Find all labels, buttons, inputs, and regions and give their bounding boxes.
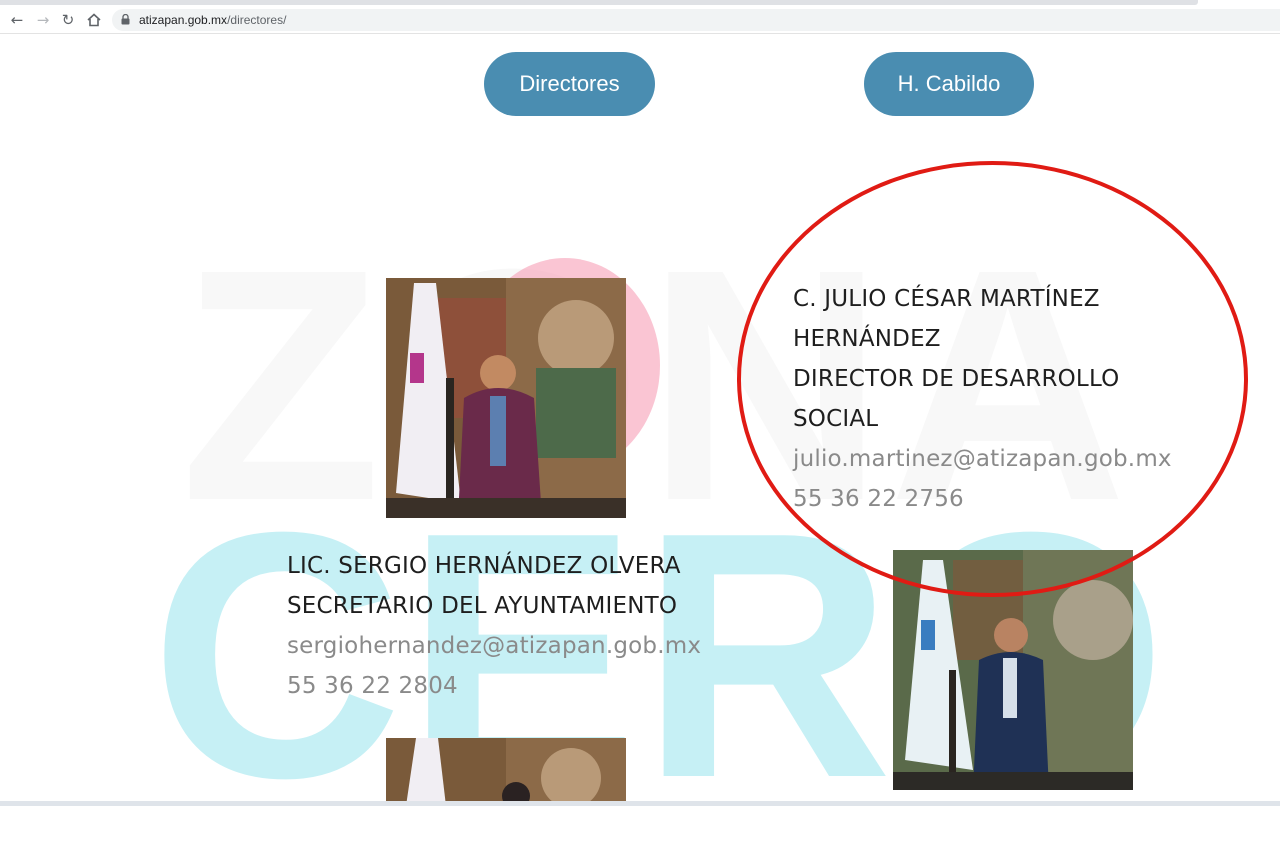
url-text: atizapan.gob.mx/directores/ [139, 13, 286, 27]
director-title: DIRECTOR DE DESARROLLO [793, 366, 1120, 392]
address-bar[interactable]: atizapan.gob.mx/directores/ [112, 9, 1280, 31]
lock-icon [121, 14, 130, 25]
back-icon[interactable]: ← [7, 10, 27, 30]
director-card-julio: C. JULIO CÉSAR MARTÍNEZ HERNÁNDEZ DIRECT… [793, 279, 1172, 519]
director-name: LIC. SERGIO HERNÁNDEZ OLVERA [287, 553, 681, 579]
director-card-sergio: LIC. SERGIO HERNÁNDEZ OLVERA SECRETARIO … [287, 546, 701, 706]
bottom-edge [0, 801, 1280, 806]
director-email[interactable]: julio.martinez@atizapan.gob.mx [793, 439, 1172, 479]
tab-directores[interactable]: Directores [484, 52, 655, 116]
reload-icon[interactable]: ↻ [58, 10, 78, 30]
director-name: C. JULIO CÉSAR MARTÍNEZ [793, 286, 1100, 312]
director-phone: 55 36 22 2804 [287, 673, 458, 699]
director-title: SECRETARIO DEL AYUNTAMIENTO [287, 593, 678, 619]
tab-h-cabildo[interactable]: H. Cabildo [864, 52, 1034, 116]
forward-icon[interactable]: → [33, 10, 53, 30]
url-host: atizapan.gob.mx [139, 13, 228, 27]
director-name-cont: HERNÁNDEZ [793, 326, 941, 352]
url-path: /directores/ [227, 13, 287, 27]
director-photo-sergio [386, 278, 626, 518]
browser-toolbar: ← → ↻ atizapan.gob.mx/directores/ [0, 6, 1280, 34]
home-icon[interactable] [84, 10, 104, 30]
director-photo-julio [893, 550, 1133, 790]
director-phone: 55 36 22 2756 [793, 486, 964, 512]
director-email[interactable]: sergiohernandez@atizapan.gob.mx [287, 626, 701, 666]
director-title-cont: SOCIAL [793, 406, 879, 432]
director-photo-next [386, 738, 626, 806]
tab-strip-scrollbar[interactable] [0, 0, 1198, 5]
